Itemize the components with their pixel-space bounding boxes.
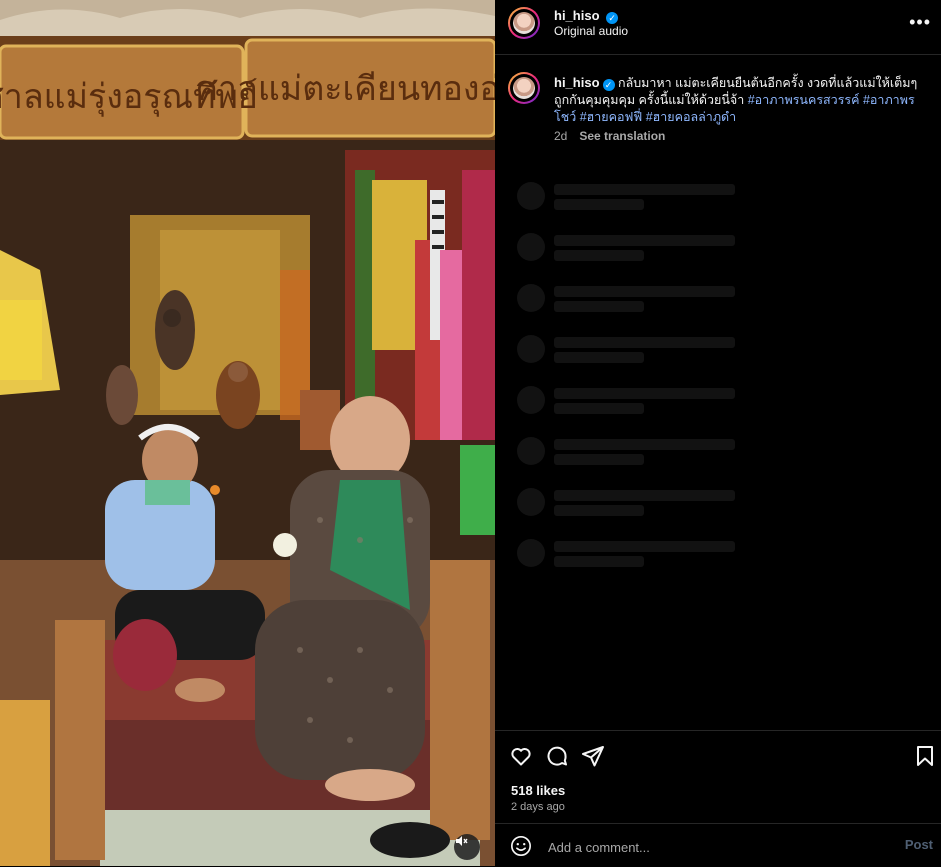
header-username[interactable]: hi_hiso bbox=[554, 8, 600, 23]
caption-age: 2d bbox=[554, 129, 568, 143]
comment-bar: Post bbox=[495, 823, 941, 867]
more-options-icon[interactable]: ••• bbox=[909, 12, 931, 33]
mute-button[interactable] bbox=[454, 834, 480, 860]
caption-avatar[interactable] bbox=[508, 72, 540, 104]
post-time[interactable]: 2 days ago bbox=[511, 801, 565, 813]
caption-meta: 2d See translation bbox=[554, 129, 665, 143]
sign-right-text: ศาลแม่ตะเคียนทองอ่อน bbox=[196, 69, 495, 109]
caption-username[interactable]: hi_hiso bbox=[554, 75, 600, 90]
avatar[interactable] bbox=[508, 7, 540, 39]
verified-badge-icon: ✓ bbox=[606, 12, 619, 24]
shrine-scene-image: ศาลแม่รุ่งอรุณทิพย์ ศาลแม่ตะเคียนทองอ่อน bbox=[0, 0, 495, 866]
post-comment-button[interactable]: Post bbox=[905, 837, 933, 852]
comment-icon[interactable] bbox=[545, 744, 569, 768]
hashtag-link[interactable]: #อาภาพรนครสวรรค์ bbox=[748, 93, 860, 107]
caption: hi_hiso ✓ กลับมาหา แม่ตะเคียนยืนต้นอีกครั… bbox=[554, 74, 932, 126]
audio-label[interactable]: Original audio bbox=[554, 24, 628, 38]
muted-speaker-icon bbox=[456, 836, 468, 846]
likes-count[interactable]: 518 likes bbox=[511, 783, 565, 798]
see-translation-link[interactable]: See translation bbox=[579, 129, 665, 143]
post-sidebar: hi_hiso ✓ Original audio ••• hi_hiso ✓ กล… bbox=[495, 0, 941, 866]
heart-icon[interactable] bbox=[509, 744, 533, 768]
post-header: hi_hiso ✓ Original audio ••• bbox=[495, 0, 941, 55]
send-icon[interactable] bbox=[581, 744, 605, 768]
comment-input[interactable] bbox=[546, 836, 870, 858]
hashtag-link[interactable]: #ฮายคอฟฟี่ bbox=[580, 110, 643, 124]
post-photo[interactable]: ศาลแม่รุ่งอรุณทิพย์ ศาลแม่ตะเคียนทองอ่อน bbox=[0, 0, 495, 866]
verified-badge-icon: ✓ bbox=[602, 79, 615, 91]
hashtag-link[interactable]: #ฮายคอลล่าภูดำ bbox=[646, 110, 737, 124]
emoji-icon[interactable] bbox=[510, 835, 532, 857]
bookmark-icon[interactable] bbox=[913, 744, 937, 768]
